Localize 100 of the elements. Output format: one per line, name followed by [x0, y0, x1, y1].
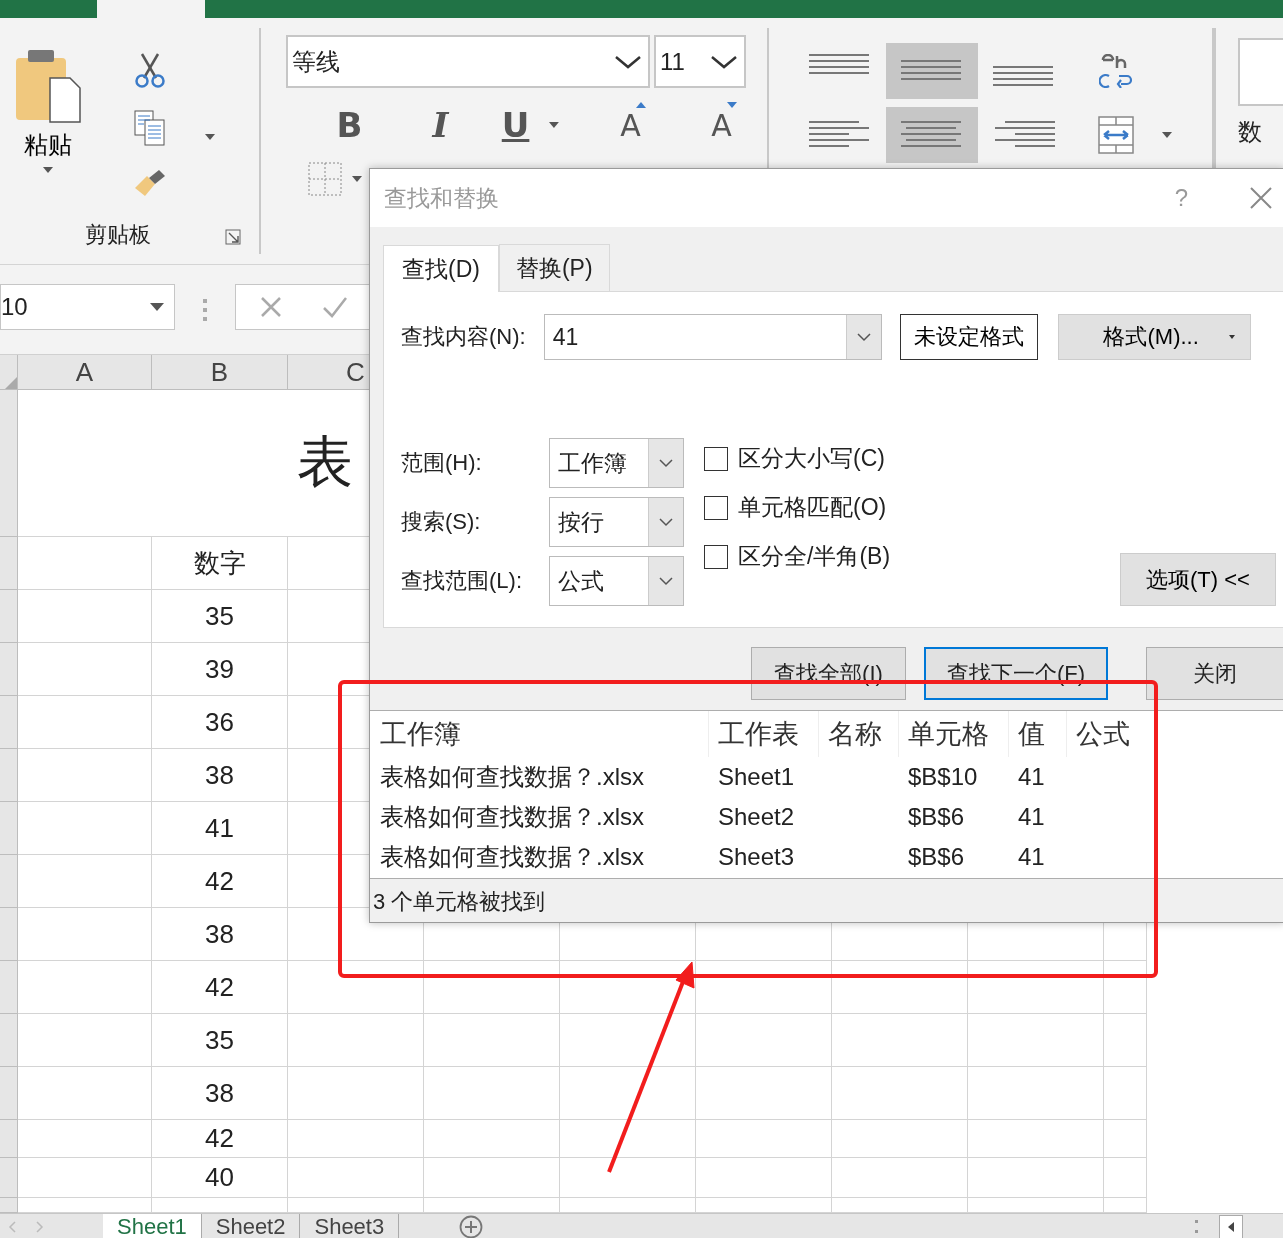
row-header[interactable]	[0, 1067, 18, 1120]
tab[interactable]: 替换(P)	[498, 244, 610, 291]
column-header[interactable]: 工作表	[709, 711, 819, 757]
column-header[interactable]: 工作簿	[371, 711, 709, 757]
table-cell: 40	[152, 1158, 288, 1198]
chevron-icon	[658, 517, 674, 527]
row-header[interactable]	[0, 1158, 18, 1198]
table-cell[interactable]: 41	[1009, 803, 1067, 831]
row-header[interactable]	[0, 1198, 18, 1213]
dialog-launcher-icon[interactable]	[225, 229, 241, 245]
merge-cells-icon[interactable]	[1098, 116, 1134, 154]
align-middle-button[interactable]	[886, 43, 978, 99]
column-header[interactable]: 公式	[1067, 711, 1157, 757]
row-header[interactable]	[0, 1014, 18, 1067]
row-header[interactable]	[0, 749, 18, 802]
paintbrush-icon[interactable]	[133, 168, 167, 198]
row-header[interactable]	[0, 390, 18, 537]
table-cell: 39	[152, 643, 288, 696]
borders-icon[interactable]	[308, 162, 342, 196]
dropdown[interactable]: 公式	[549, 556, 684, 606]
caret-icon	[150, 302, 164, 311]
close-icon[interactable]	[1250, 187, 1272, 209]
chevron-icon	[658, 576, 674, 586]
column-header[interactable]: 值	[1009, 711, 1067, 757]
dropdown[interactable]: 按行	[549, 497, 684, 547]
table-cell[interactable]: 41	[1009, 763, 1067, 791]
table-cell[interactable]: 表格如何查找数据？.xlsx	[371, 801, 709, 833]
bold-button[interactable]: B	[304, 100, 395, 150]
empty-cell	[1104, 961, 1147, 1014]
checkbox[interactable]	[704, 495, 728, 520]
italic-button[interactable]: I	[394, 100, 486, 150]
find-field[interactable]: 41	[543, 314, 882, 360]
scroll-left-icon[interactable]	[1219, 1214, 1243, 1238]
format-preview[interactable]: 未设定格式	[899, 314, 1038, 360]
caret-icon[interactable]	[1162, 132, 1172, 138]
scissors-icon[interactable]	[134, 52, 166, 88]
chevron-icon	[658, 458, 674, 468]
empty-cell	[1104, 1158, 1147, 1198]
caret-icon[interactable]	[205, 134, 215, 140]
column-header[interactable]: 单元格	[899, 711, 1009, 757]
table-cell[interactable]: 41	[1009, 843, 1067, 871]
column-header[interactable]: A	[18, 355, 152, 390]
font-size-field[interactable]: 11	[654, 35, 746, 88]
row-header[interactable]	[0, 802, 18, 855]
sheet-tab[interactable]: Sheet2	[201, 1214, 301, 1238]
column-header[interactable]: 名称	[819, 711, 899, 757]
table-cell: 36	[152, 696, 288, 749]
enter-icon[interactable]	[322, 295, 348, 318]
format-button[interactable]: 格式(M)...	[1057, 314, 1251, 360]
chevron-icon	[614, 54, 642, 69]
select-all-corner[interactable]	[0, 355, 18, 390]
field-label: 搜索(S):	[401, 508, 482, 536]
align-center-button[interactable]	[886, 107, 978, 163]
caret-icon[interactable]	[352, 176, 362, 182]
row-header[interactable]	[0, 908, 18, 961]
checkbox-label: 区分全/半角(B)	[738, 542, 891, 571]
add-sheet-icon[interactable]	[459, 1214, 484, 1238]
paste-button[interactable]: 粘贴	[0, 28, 95, 220]
table-cell: 38	[152, 1067, 288, 1120]
table-cell[interactable]: $B$6	[899, 803, 1009, 831]
drag-handle-icon[interactable]	[1195, 1219, 1199, 1234]
next-sheet-icon[interactable]	[36, 1220, 44, 1233]
table-cell[interactable]: $B$10	[899, 763, 1009, 791]
table-cell[interactable]: Sheet3	[709, 843, 819, 871]
row-header[interactable]	[0, 590, 18, 643]
dropdown[interactable]: 工作簿	[549, 438, 684, 488]
empty-cell	[1104, 1067, 1147, 1120]
table-cell[interactable]: Sheet1	[709, 763, 819, 791]
row-header[interactable]	[0, 643, 18, 696]
column-header[interactable]: B	[152, 355, 288, 390]
row-header[interactable]	[0, 1120, 18, 1158]
wrap-text-icon[interactable]	[1099, 54, 1133, 88]
sheet-tab[interactable]: Sheet1	[103, 1214, 202, 1238]
row-header[interactable]	[0, 961, 18, 1014]
grow-font-button[interactable]: A	[585, 100, 677, 150]
dialog-button[interactable]: 关闭	[1146, 647, 1283, 700]
checkbox[interactable]	[704, 544, 728, 569]
font-name-field[interactable]: 等线	[286, 35, 650, 88]
table-cell[interactable]: 表格如何查找数据？.xlsx	[371, 761, 709, 793]
table-cell[interactable]: $B$6	[899, 843, 1009, 871]
number-format-field[interactable]	[1238, 38, 1283, 106]
caret-icon[interactable]	[549, 122, 560, 128]
drag-handle-icon[interactable]	[203, 298, 207, 321]
field-label: 查找内容(N):	[401, 323, 526, 351]
checkbox[interactable]	[704, 446, 728, 471]
row-header[interactable]	[0, 696, 18, 749]
copy-icon[interactable]	[134, 110, 166, 146]
sheet-tab[interactable]: Sheet3	[300, 1214, 400, 1238]
previous-sheet-icon[interactable]	[8, 1220, 16, 1233]
table-cell[interactable]: 表格如何查找数据？.xlsx	[371, 841, 709, 873]
table-cell[interactable]: Sheet2	[709, 803, 819, 831]
row-header[interactable]	[0, 537, 18, 590]
cancel-icon[interactable]	[260, 295, 282, 318]
tab[interactable]: 查找(D)	[383, 245, 499, 292]
name-box[interactable]: 10	[0, 283, 175, 330]
row-header[interactable]	[0, 855, 18, 908]
shrink-font-button[interactable]: A	[676, 100, 767, 150]
dialog-title: 查找和替换	[384, 183, 500, 213]
underline-button[interactable]: U	[485, 100, 546, 150]
options-button[interactable]: 选项(T) <<	[1120, 553, 1276, 606]
